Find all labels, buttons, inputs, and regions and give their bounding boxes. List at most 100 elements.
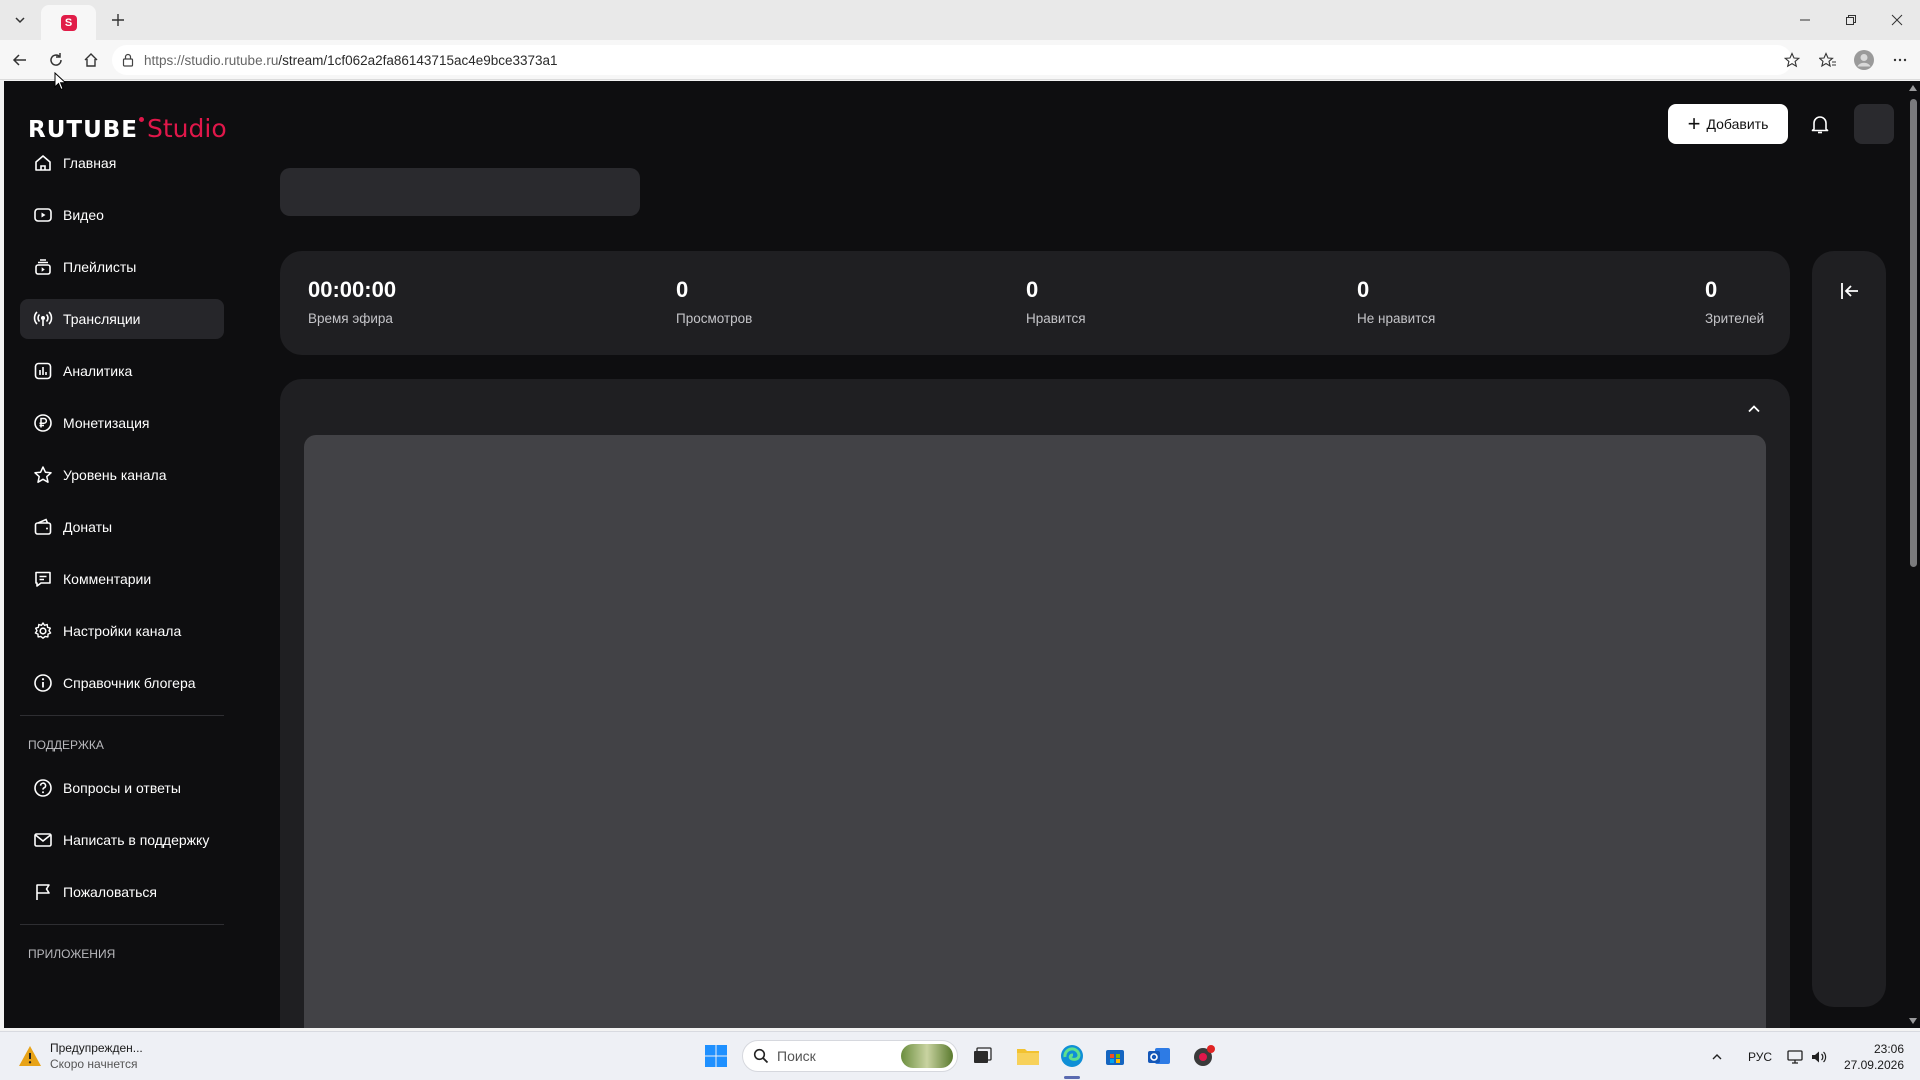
favorites-list-button[interactable] <box>1814 46 1842 74</box>
reload-button[interactable] <box>42 46 70 74</box>
notification-widget[interactable]: Предупрежден... Скоро начнется <box>18 1040 143 1072</box>
expand-panel-button[interactable] <box>1836 277 1864 305</box>
task-view-button[interactable] <box>967 1041 997 1071</box>
scroll-up-arrow-icon[interactable] <box>1909 85 1917 91</box>
playlist-icon <box>32 256 54 278</box>
browser-toolbar: https://studio.rutube.ru/stream/1cf062a2… <box>0 40 1920 80</box>
lock-icon <box>122 53 134 67</box>
sidebar-item-faq[interactable]: Вопросы и ответы <box>20 768 224 808</box>
sidebar-item-home[interactable]: Главная <box>20 143 224 183</box>
apps-section-label: ПРИЛОЖЕНИЯ <box>28 947 116 961</box>
sidebar-item-video[interactable]: Видео <box>20 195 224 235</box>
network-button[interactable] <box>1786 1032 1804 1080</box>
sidebar-item-label: Вопросы и ответы <box>63 780 181 796</box>
language-indicator[interactable]: РУС <box>1748 1032 1772 1080</box>
rutube-studio-logo[interactable]: RUTUBE Studio <box>28 114 227 143</box>
taskbar-search[interactable]: Поиск <box>742 1040 958 1072</box>
sidebar-item-label: Главная <box>63 155 117 171</box>
url-text: https://studio.rutube.ru/stream/1cf062a2… <box>144 53 558 68</box>
star-icon <box>1784 52 1800 68</box>
sidebar-item-write-support[interactable]: Написать в поддержку <box>20 820 224 860</box>
browser-tab[interactable]: S <box>41 5 96 40</box>
rutube-favicon-icon: S <box>60 14 77 31</box>
clock-date: 27.09.2026 <box>1843 1058 1904 1072</box>
app-icon <box>1194 1045 1215 1066</box>
sidebar-item-label: Донаты <box>63 519 113 535</box>
stat-value: 0 <box>1705 277 1718 302</box>
sidebar-item-label: Настройки канала <box>63 623 182 639</box>
sidebar-item-report[interactable]: Пожаловаться <box>20 872 224 912</box>
sidebar-item-donations[interactable]: Донаты <box>20 507 224 547</box>
minimize-button[interactable] <box>1782 0 1828 40</box>
stat-value: 0 <box>1357 277 1370 302</box>
page-scrollbar[interactable] <box>1906 81 1920 1028</box>
plus-icon <box>112 14 124 26</box>
back-button[interactable] <box>6 46 34 74</box>
start-button[interactable] <box>701 1041 731 1071</box>
favicon-letter: S <box>64 16 73 29</box>
sidebar-item-blogger-guide[interactable]: Справочник блогера <box>20 663 224 703</box>
taskbar-clock[interactable]: 23:06 27.09.2026 <box>1840 1041 1904 1073</box>
scroll-down-arrow-icon[interactable] <box>1909 1018 1917 1024</box>
flag-icon <box>32 881 54 903</box>
notification-subtitle: Скоро начнется <box>50 1057 138 1071</box>
collapse-preview-button[interactable] <box>1740 395 1768 423</box>
stat-likes: 0 Нравится <box>1026 277 1086 326</box>
volume-button[interactable] <box>1810 1032 1828 1080</box>
tab-list-button[interactable] <box>6 7 34 33</box>
gear-icon <box>32 620 54 642</box>
sidebar-item-label: Плейлисты <box>63 259 137 275</box>
edge-icon <box>1061 1045 1083 1067</box>
outlook-button[interactable] <box>1144 1041 1174 1071</box>
stream-stats-panel: 00:00:00 Время эфира 0 Просмотров 0 Нрав… <box>280 251 1790 355</box>
url-host: https://studio.rutube.ru <box>144 52 279 68</box>
language-label: РУС <box>1748 1049 1773 1064</box>
stat-label: Зрителей <box>1705 311 1765 326</box>
sidebar-item-monetization[interactable]: Монетизация <box>20 403 224 443</box>
arrow-left-icon <box>12 54 26 66</box>
wallet-icon <box>32 516 54 538</box>
profile-icon <box>1854 50 1874 70</box>
favorite-button[interactable] <box>1778 46 1806 74</box>
stat-viewers: 0 Зрителей <box>1705 277 1764 326</box>
ruble-icon <box>32 412 54 434</box>
sidebar-item-channel-settings[interactable]: Настройки канала <box>20 611 224 651</box>
close-icon <box>1891 14 1903 26</box>
sidebar-item-label: Комментарии <box>63 571 152 587</box>
edge-browser-button[interactable] <box>1057 1041 1087 1071</box>
restore-button[interactable] <box>1828 0 1874 40</box>
logo-rutube-text: RUTUBE <box>28 117 138 143</box>
scroll-thumb[interactable] <box>1910 99 1917 567</box>
file-explorer-button[interactable] <box>1013 1041 1043 1071</box>
star-icon <box>32 464 54 486</box>
new-tab-button[interactable] <box>104 7 132 33</box>
search-placeholder: Поиск <box>777 1048 816 1064</box>
info-icon <box>32 672 54 694</box>
tray-overflow-button[interactable] <box>1710 1032 1724 1080</box>
logo-dot <box>139 117 144 122</box>
url-path: /stream/1cf062a2fa86143715ac4e9bce3373a1 <box>278 52 558 68</box>
support-section-label: ПОДДЕРЖКА <box>28 738 104 752</box>
sidebar-item-playlists[interactable]: Плейлисты <box>20 247 224 287</box>
avatar[interactable] <box>1854 104 1894 144</box>
profile-button[interactable] <box>1850 46 1878 74</box>
close-window-button[interactable] <box>1874 0 1920 40</box>
add-button-label: Добавить <box>1706 116 1769 132</box>
sidebar-item-label: Аналитика <box>63 363 133 379</box>
sidebar-item-broadcasts[interactable]: Трансляции <box>20 299 224 339</box>
store-button[interactable] <box>1100 1041 1130 1071</box>
windows-taskbar: Предупрежден... Скоро начнется Поиск РУС <box>0 1031 1920 1080</box>
sidebar-item-channel-level[interactable]: Уровень канала <box>20 455 224 495</box>
stat-views: 0 Просмотров <box>676 277 752 326</box>
address-bar[interactable]: https://studio.rutube.ru/stream/1cf062a2… <box>112 45 1792 75</box>
sidebar-item-comments[interactable]: Комментарии <box>20 559 224 599</box>
home-icon <box>32 152 54 174</box>
sidebar-item-analytics[interactable]: Аналитика <box>20 351 224 391</box>
video-player[interactable] <box>304 435 1766 1028</box>
notifications-button[interactable] <box>1806 110 1834 138</box>
home-button[interactable] <box>77 46 105 74</box>
app-button[interactable] <box>1189 1041 1219 1071</box>
task-view-icon <box>974 1047 992 1063</box>
add-button[interactable]: + Добавить <box>1668 104 1788 144</box>
browser-menu-button[interactable] <box>1886 46 1914 74</box>
